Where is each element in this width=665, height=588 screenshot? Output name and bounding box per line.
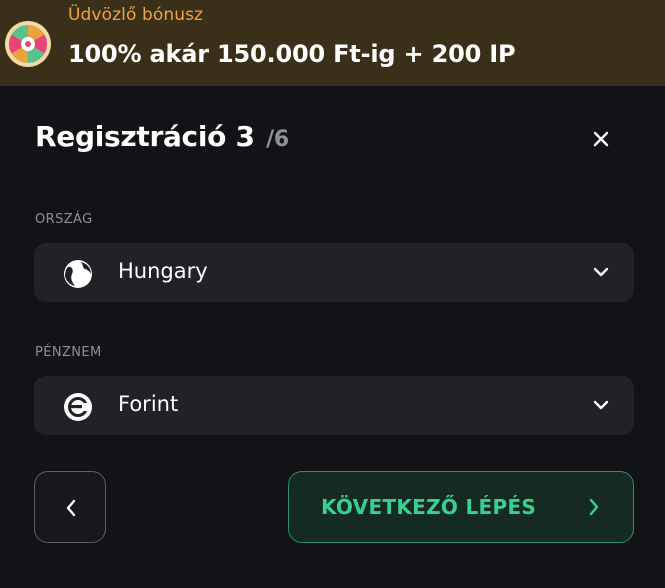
next-step-button[interactable]: KÖVETKEZŐ LÉPÉS — [288, 471, 634, 543]
globe-icon — [64, 260, 92, 288]
country-label: ORSZÁG — [35, 212, 93, 227]
chevron-left-icon — [66, 499, 76, 517]
currency-label: PÉNZNEM — [35, 345, 102, 360]
close-icon — [593, 131, 609, 147]
welcome-bonus-banner[interactable]: Üdvözlő bónusz 100% akár 150.000 Ft-ig +… — [0, 0, 665, 86]
banner-title: Üdvözlő bónusz — [68, 5, 204, 25]
close-button[interactable] — [587, 125, 615, 153]
step-total: /6 — [266, 127, 289, 152]
currency-icon — [64, 393, 92, 421]
chevron-down-icon — [593, 400, 609, 410]
next-step-label: KÖVETKEZŐ LÉPÉS — [321, 495, 537, 519]
banner-bonus-text: 100% akár 150.000 Ft-ig + 200 IP — [68, 40, 516, 68]
page-title: Regisztráció 3 /6 — [35, 120, 289, 153]
chevron-right-icon — [589, 498, 599, 516]
country-select[interactable]: Hungary — [34, 243, 634, 302]
chevron-down-icon — [593, 267, 609, 277]
back-button[interactable] — [34, 471, 106, 543]
currency-select[interactable]: Forint — [34, 376, 634, 435]
currency-value: Forint — [118, 392, 179, 416]
registration-step-title: Regisztráció 3 — [35, 120, 255, 153]
prize-wheel-icon — [5, 21, 51, 67]
country-value: Hungary — [118, 259, 208, 283]
